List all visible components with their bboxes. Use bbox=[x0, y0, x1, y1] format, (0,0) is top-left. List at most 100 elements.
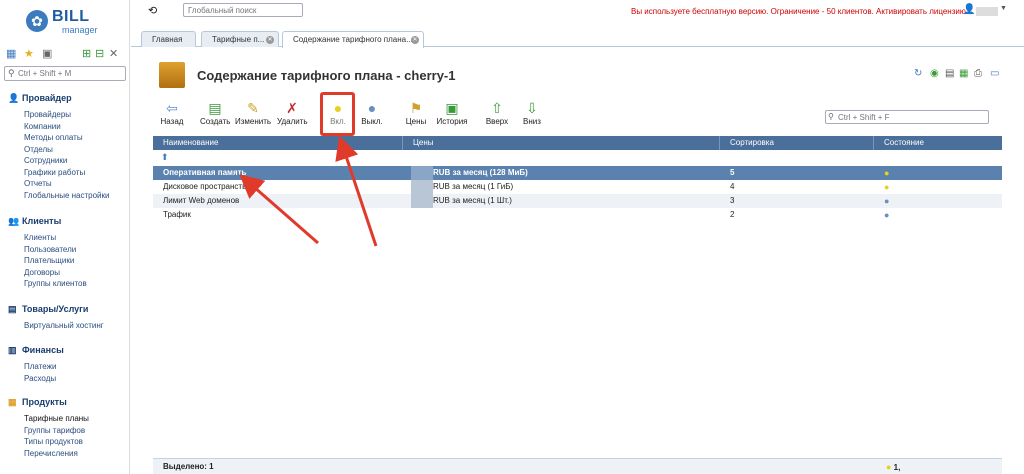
filter-search-icon: ⚲ bbox=[828, 112, 834, 121]
sidebar-item-users[interactable]: Пользователи bbox=[8, 244, 126, 256]
menu-group-header[interactable]: ▥ Финансы bbox=[8, 344, 126, 357]
finance-icon: ▥ bbox=[8, 345, 17, 355]
sidebar-item-client-groups[interactable]: Группы клиентов bbox=[8, 278, 126, 290]
sidebar-item-tariff-groups[interactable]: Группы тарифов bbox=[8, 425, 126, 437]
arrow-left-icon: ⇦ bbox=[166, 100, 178, 116]
close-tab-icon[interactable]: ✕ bbox=[266, 36, 274, 44]
table-row[interactable]: Трафик 2 ● bbox=[153, 208, 1002, 222]
sidebar-search-input[interactable] bbox=[18, 68, 122, 79]
menu-group-header[interactable]: 👤 Провайдер bbox=[8, 92, 126, 105]
menu-group-header[interactable]: 👥 Клиенты bbox=[8, 215, 126, 228]
bulb-on-icon: ● bbox=[884, 168, 890, 178]
goods-icon: ▤ bbox=[8, 304, 17, 314]
sidebar-item-departments[interactable]: Отделы bbox=[8, 144, 126, 156]
selected-count: Выделено: 1 bbox=[163, 462, 214, 471]
disable-button[interactable]: ● Выкл. bbox=[360, 100, 384, 130]
chevron-down-icon[interactable]: ▼ bbox=[1000, 5, 1007, 12]
favorites-star-icon[interactable]: ★ bbox=[24, 47, 34, 61]
create-button[interactable]: ▤ Создать bbox=[200, 100, 230, 130]
back-button[interactable]: ⇦ Назад bbox=[159, 100, 185, 130]
menu-group-goods: ▤ Товары/Услуги Виртуальный хостинг bbox=[8, 303, 126, 332]
table-header: Наименование Цены Сортировка Состояние bbox=[153, 136, 1002, 150]
sidebar-item-clients[interactable]: Клиенты bbox=[8, 232, 126, 244]
table-row[interactable]: Оперативная память RUB за месяц (128 МиБ… bbox=[153, 166, 1002, 180]
logo-text: BILL bbox=[52, 8, 90, 25]
top-bar: ⟲ Вы используете бесплатную версию. Огра… bbox=[131, 0, 1024, 22]
sidebar-search[interactable]: ⚲ bbox=[4, 66, 126, 81]
products-icon: ▦ bbox=[8, 397, 17, 407]
sidebar-item-reports[interactable]: Отчеты bbox=[8, 178, 126, 190]
sidebar-item-work-schedules[interactable]: Графики работы bbox=[8, 167, 126, 179]
bulb-on-icon: ● bbox=[884, 182, 890, 192]
expand-all-icon[interactable]: ⊞ bbox=[82, 47, 91, 61]
briefcase-icon[interactable]: ▣ bbox=[42, 47, 52, 61]
tab-home[interactable]: Главная bbox=[141, 31, 196, 47]
clients-icon: 👥 bbox=[8, 216, 20, 226]
add-document-icon: ▤ bbox=[208, 100, 222, 116]
prices-button[interactable]: ⚑ Цены bbox=[405, 100, 427, 130]
add-row-icon[interactable]: ⬆ bbox=[161, 152, 169, 163]
sidebar-item-global-settings[interactable]: Глобальные настройки bbox=[8, 190, 126, 202]
page-tools: ↻ ◉ ▤ ▦ ⎙ ▭ bbox=[914, 68, 1004, 80]
pin-icon[interactable]: ✕ bbox=[109, 47, 118, 61]
sidebar-item-enumerations[interactable]: Перечисления bbox=[8, 448, 126, 460]
sidebar-item-expenses[interactable]: Расходы bbox=[8, 373, 126, 385]
menu-group-header[interactable]: ▤ Товары/Услуги bbox=[8, 303, 126, 316]
tab-tariff-plans[interactable]: Тарифные п... ✕ bbox=[201, 31, 279, 47]
menu-group-provider: 👤 Провайдер Провайдеры Компании Методы оп… bbox=[8, 92, 126, 201]
export-excel-icon[interactable]: ▦ bbox=[959, 68, 968, 80]
sidebar-item-employees[interactable]: Сотрудники bbox=[8, 155, 126, 167]
license-notice[interactable]: Вы используете бесплатную версию. Ограни… bbox=[631, 7, 966, 16]
sidebar-item-providers[interactable]: Провайдеры bbox=[8, 109, 126, 121]
connection-status-icon[interactable]: ⟲ bbox=[148, 4, 157, 17]
collapse-all-icon[interactable]: ⊟ bbox=[95, 47, 104, 61]
close-tab-icon[interactable]: ✕ bbox=[411, 36, 419, 44]
window-icon[interactable]: ▭ bbox=[990, 68, 999, 80]
user-avatar-icon[interactable]: 👤 bbox=[963, 4, 975, 15]
highlight-box bbox=[320, 92, 355, 136]
billmanager-logo[interactable]: ✿ BILL manager bbox=[26, 8, 106, 38]
document-icon[interactable]: ▤ bbox=[945, 68, 954, 80]
sidebar-item-virtual-hosting[interactable]: Виртуальный хостинг bbox=[8, 320, 126, 332]
table-filter[interactable]: ⚲ bbox=[825, 110, 989, 124]
global-search-input[interactable] bbox=[183, 3, 303, 17]
menu-group-clients: 👥 Клиенты Клиенты Пользователи Плательщик… bbox=[8, 215, 126, 290]
table-filter-input[interactable] bbox=[838, 112, 986, 122]
history-icon: ▣ bbox=[445, 100, 459, 116]
print-icon[interactable]: ⎙ bbox=[974, 68, 982, 80]
sidebar-item-payment-methods[interactable]: Методы оплаты bbox=[8, 132, 126, 144]
bulb-off-icon: ● bbox=[367, 100, 377, 116]
table-row[interactable]: Дисковое пространство RUB за месяц (1 Ги… bbox=[153, 180, 1002, 194]
column-header-sort[interactable]: Сортировка bbox=[720, 136, 874, 150]
menu-group-header[interactable]: ▦ Продукты bbox=[8, 396, 126, 409]
delete-button[interactable]: ✗ Удалить bbox=[277, 100, 308, 130]
column-header-prices[interactable]: Цены bbox=[403, 136, 720, 150]
delete-document-icon: ✗ bbox=[286, 100, 298, 116]
sidebar-item-product-types[interactable]: Типы продуктов bbox=[8, 436, 126, 448]
prices-icon: ⚑ bbox=[409, 100, 423, 116]
globe-icon[interactable]: ◉ bbox=[930, 68, 939, 80]
tab-plan-content[interactable]: Содержание тарифного плана... ✕ bbox=[282, 31, 424, 48]
column-header-name[interactable]: Наименование bbox=[153, 136, 403, 150]
sidebar-toolbar: ▦ ★ ▣ ⊞ ⊟ ✕ bbox=[6, 47, 126, 61]
arrow-up-icon: ⇧ bbox=[491, 100, 503, 116]
move-down-button[interactable]: ⇩ Вниз bbox=[521, 100, 543, 130]
sidebar-item-payers[interactable]: Плательщики bbox=[8, 255, 126, 267]
history-button[interactable]: ▣ История bbox=[435, 100, 469, 130]
sidebar-item-contracts[interactable]: Договоры bbox=[8, 267, 126, 279]
sidebar-item-companies[interactable]: Компании bbox=[8, 121, 126, 133]
bulb-off-icon: ● bbox=[884, 196, 890, 206]
page-title: Содержание тарифного плана - cherry-1 bbox=[197, 68, 456, 83]
table-footer: Выделено: 1 ● 1, bbox=[153, 458, 1002, 474]
table-row[interactable]: Лимит Web доменов RUB за месяц (1 Шт.) 3… bbox=[153, 194, 1002, 208]
user-name[interactable] bbox=[976, 7, 998, 16]
sidebar-item-tariff-plans[interactable]: Тарифные планы bbox=[8, 413, 126, 425]
search-icon: ⚲ bbox=[8, 68, 15, 78]
menu-grid-icon[interactable]: ▦ bbox=[6, 47, 16, 61]
arrow-down-icon: ⇩ bbox=[526, 100, 538, 116]
refresh-icon[interactable]: ↻ bbox=[914, 68, 922, 80]
edit-button[interactable]: ✎ Изменить bbox=[235, 100, 271, 130]
sidebar-item-payments[interactable]: Платежи bbox=[8, 361, 126, 373]
column-header-state[interactable]: Состояние bbox=[874, 136, 1002, 150]
move-up-button[interactable]: ⇧ Вверх bbox=[485, 100, 509, 130]
